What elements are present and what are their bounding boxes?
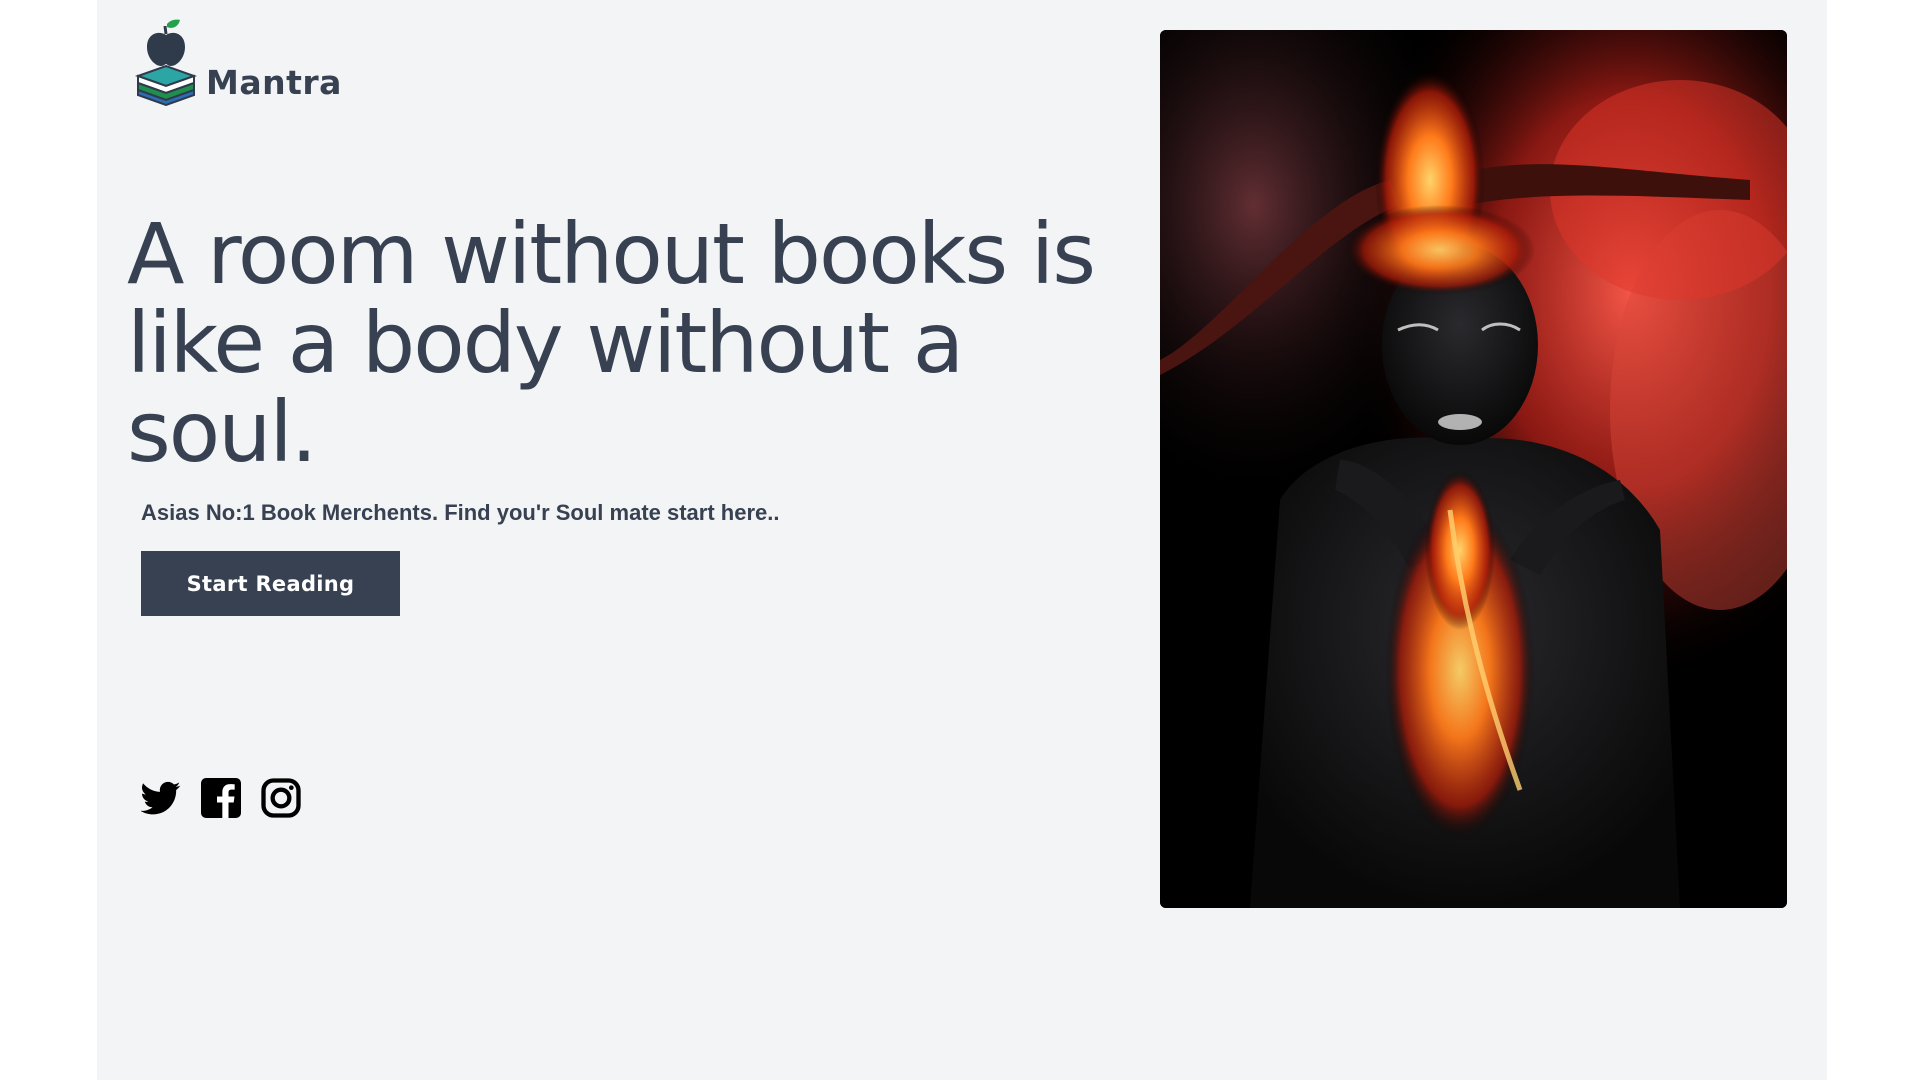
twitter-icon (141, 781, 181, 815)
social-links (141, 778, 301, 818)
instagram-icon (261, 778, 301, 818)
logo-apple-books-icon (135, 19, 197, 106)
brand-logo-link[interactable]: Mantra (134, 18, 342, 106)
start-reading-button[interactable]: Start Reading (141, 551, 400, 616)
facebook-icon (201, 778, 241, 818)
facebook-link[interactable] (201, 778, 241, 818)
hero-image (1160, 30, 1787, 908)
brand-name: Mantra (206, 63, 342, 102)
hero-tagline: Asias No:1 Book Merchents. Find you'r So… (141, 500, 780, 525)
hero-headline: A room without books is like a body with… (127, 205, 1096, 481)
fire-portrait-image (1160, 30, 1787, 908)
landing-page: Mantra A room without books is like a bo… (97, 0, 1827, 1080)
instagram-link[interactable] (261, 778, 301, 818)
twitter-link[interactable] (141, 778, 181, 818)
